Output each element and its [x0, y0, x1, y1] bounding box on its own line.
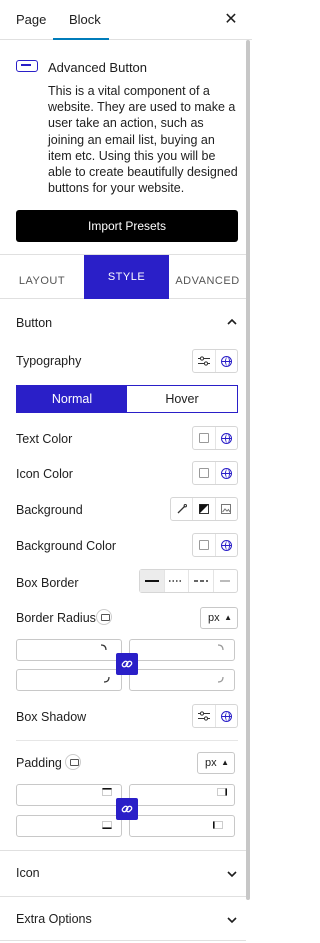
- chevron-down-icon[interactable]: [226, 868, 238, 880]
- globe-icon[interactable]: [216, 462, 238, 484]
- import-presets-button[interactable]: Import Presets: [16, 210, 238, 242]
- link-icon[interactable]: [116, 798, 138, 820]
- radius-top-left-input[interactable]: [16, 639, 122, 661]
- block-info: Advanced Button This is a vital componen…: [0, 40, 246, 255]
- typography-label: Typography: [16, 354, 82, 368]
- corner-top-left-icon: [101, 644, 107, 650]
- settings-sliders-icon[interactable]: [193, 705, 216, 727]
- divider: [0, 940, 246, 941]
- radius-top-right-input[interactable]: [129, 639, 235, 661]
- border-dashed-icon[interactable]: [189, 570, 214, 592]
- color-swatch[interactable]: [193, 462, 216, 484]
- tab-layout[interactable]: LAYOUT: [0, 255, 84, 299]
- background-type-controls: [170, 497, 238, 521]
- box-border-label: Box Border: [16, 576, 79, 590]
- padding-label: Padding: [16, 756, 62, 770]
- panel-header: Page Block ✕: [0, 0, 252, 40]
- border-radius-label: Border Radius: [16, 611, 96, 625]
- button-block-icon: [16, 60, 38, 72]
- globe-icon[interactable]: [216, 427, 238, 449]
- tab-block[interactable]: Block: [53, 0, 109, 40]
- divider: [0, 850, 246, 851]
- border-solid-icon[interactable]: [140, 570, 165, 592]
- box-shadow-controls: [192, 704, 238, 728]
- background-label: Background: [16, 503, 83, 517]
- state-toggle: Normal Hover: [16, 385, 238, 413]
- border-style-controls: [139, 569, 238, 593]
- typography-controls: [192, 349, 238, 373]
- gradient-icon[interactable]: [193, 498, 216, 520]
- tab-page[interactable]: Page: [16, 0, 46, 40]
- scrollbar[interactable]: [246, 40, 250, 900]
- padding-unit-select[interactable]: px ▲: [197, 752, 235, 774]
- corner-bottom-right-icon: [218, 677, 224, 683]
- state-hover[interactable]: Hover: [127, 386, 237, 412]
- background-color-label: Background Color: [16, 539, 117, 553]
- settings-sliders-icon[interactable]: [193, 350, 216, 372]
- style-tabs: LAYOUT STYLE ADVANCED: [0, 255, 246, 299]
- globe-icon[interactable]: [216, 534, 238, 556]
- text-color-controls: [192, 426, 238, 450]
- border-dotted-icon[interactable]: [165, 570, 189, 592]
- divider: [16, 740, 238, 741]
- border-none-icon[interactable]: [214, 570, 238, 592]
- tab-style[interactable]: STYLE: [84, 255, 169, 299]
- color-swatch[interactable]: [193, 534, 216, 556]
- icon-color-label: Icon Color: [16, 467, 73, 481]
- icon-section-title[interactable]: Icon: [16, 866, 40, 880]
- text-color-label: Text Color: [16, 432, 73, 446]
- chevron-up-icon[interactable]: [226, 316, 238, 328]
- chevron-down-icon[interactable]: [226, 914, 238, 926]
- corner-top-right-icon: [218, 644, 224, 650]
- button-section-title[interactable]: Button: [16, 316, 52, 330]
- padding-bottom-side-icon: [102, 821, 112, 829]
- padding-left-side-icon: [213, 821, 223, 829]
- link-icon[interactable]: [116, 653, 138, 675]
- extra-options-section-title[interactable]: Extra Options: [16, 912, 92, 926]
- monitor-icon[interactable]: [96, 609, 112, 625]
- corner-bottom-left-icon: [104, 677, 110, 683]
- monitor-icon[interactable]: [65, 754, 81, 770]
- globe-icon[interactable]: [216, 705, 238, 727]
- block-description: This is a vital component of a website. …: [48, 84, 238, 196]
- tab-advanced[interactable]: ADVANCED: [169, 255, 246, 299]
- color-swatch[interactable]: [193, 427, 216, 449]
- close-icon[interactable]: ✕: [222, 11, 240, 29]
- globe-icon[interactable]: [216, 350, 238, 372]
- box-shadow-label: Box Shadow: [16, 710, 87, 724]
- image-icon[interactable]: [216, 498, 237, 520]
- divider: [0, 896, 246, 897]
- block-title: Advanced Button: [48, 60, 148, 75]
- border-radius-unit-select[interactable]: px ▲: [200, 607, 238, 629]
- padding-right-side-icon: [217, 788, 227, 796]
- background-color-controls: [192, 533, 238, 557]
- padding-top-side-icon: [102, 788, 112, 796]
- state-normal[interactable]: Normal: [17, 386, 127, 412]
- brush-icon[interactable]: [171, 498, 194, 520]
- icon-color-controls: [192, 461, 238, 485]
